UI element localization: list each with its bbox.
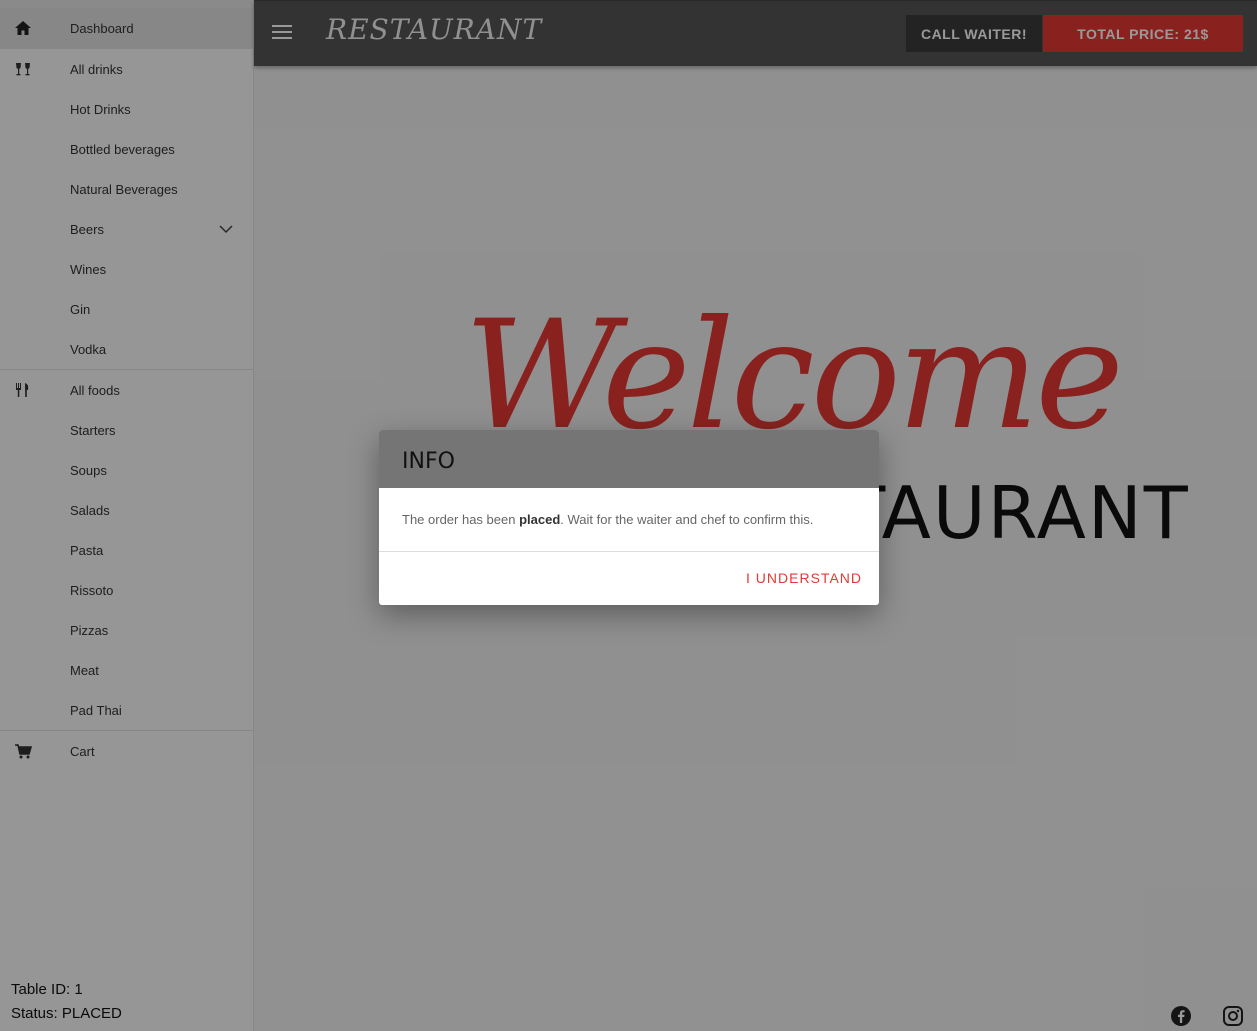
- dialog-message-text: . Wait for the waiter and chef to confir…: [560, 512, 814, 527]
- dialog-message: The order has been placed. Wait for the …: [379, 488, 879, 552]
- dialog-message-text: The order has been: [402, 512, 520, 527]
- dialog-actions: I UNDERSTAND: [379, 552, 879, 605]
- understand-button[interactable]: I UNDERSTAND: [746, 570, 862, 586]
- dialog-message-status: placed: [519, 512, 561, 527]
- dialog-header: INFO: [379, 430, 879, 488]
- info-dialog: INFO The order has been placed. Wait for…: [379, 430, 879, 605]
- dialog-title: INFO: [402, 448, 455, 474]
